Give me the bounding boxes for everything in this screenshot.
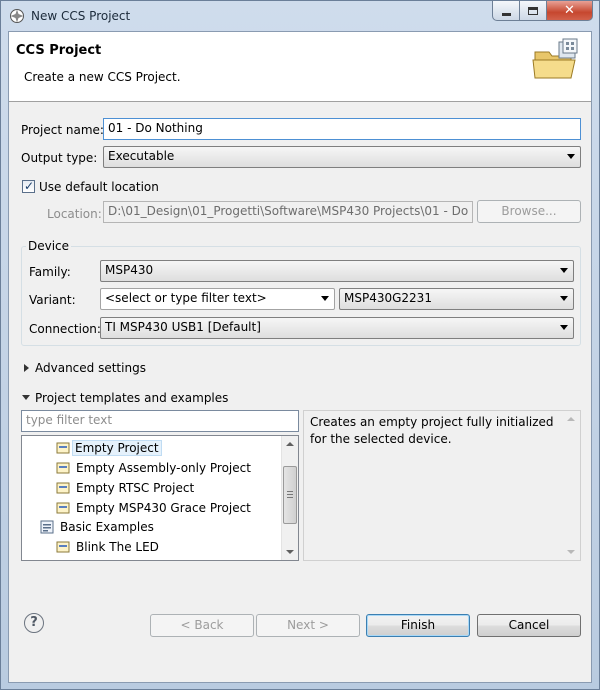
template-description-panel: Creates an empty project fully initializ… [303,410,581,561]
wizard-window: New CCS Project ✕ CCS Project Create a n… [0,0,600,690]
page-description: Create a new CCS Project. [24,70,181,84]
scroll-down-icon[interactable] [567,550,575,554]
next-button[interactable]: Next > [256,614,360,637]
help-icon[interactable]: ? [24,613,44,633]
scrollbar-thumb[interactable] [283,466,297,524]
tree-item-blink-the-led[interactable]: Blink The LED [56,537,163,556]
finish-button[interactable]: Finish [366,614,470,637]
page-title: CCS Project [16,43,102,58]
templates-toggle[interactable]: Project templates and examples [35,391,228,405]
tree-item-empty-rtsc-project[interactable]: Empty RTSC Project [56,478,198,497]
window-controls: ✕ [492,1,593,21]
connection-value: TI MSP430 USB1 [Default] [105,320,261,334]
title-bar[interactable]: New CCS Project ✕ [1,1,599,31]
project-name-label: Project name: [21,123,104,137]
tree-item-empty-project[interactable]: Empty Project [56,438,162,457]
window-title: New CCS Project [31,9,131,23]
project-template-icon [56,461,70,475]
template-filter-input[interactable]: type filter text [21,410,299,432]
advanced-settings-toggle[interactable]: Advanced settings [35,361,146,375]
use-default-location-checkbox[interactable]: ✓ [22,179,35,193]
project-template-icon [56,540,70,554]
chevron-down-icon [560,296,568,301]
device-group-title: Device [26,239,72,253]
family-dropdown[interactable]: MSP430 [100,260,574,282]
folder-wizard-icon [531,38,581,84]
description-scrollbar[interactable] [563,411,580,560]
templates-tree: Empty Project Empty Assembly-only Projec… [21,435,299,561]
templates-tree-scrollbar[interactable] [281,436,298,560]
family-label: Family: [29,265,71,279]
tree-item-label: Empty RTSC Project [76,480,195,495]
advanced-settings-expander-icon[interactable] [24,364,29,372]
scroll-down-icon[interactable] [286,550,294,554]
tree-item-basic-examples[interactable]: Basic Examples [40,517,158,536]
chevron-down-icon [560,325,568,330]
use-default-location-label: Use default location [39,180,159,194]
output-type-dropdown[interactable]: Executable [103,146,581,168]
output-type-value: Executable [108,149,175,163]
connection-dropdown[interactable]: TI MSP430 USB1 [Default] [100,317,574,339]
connection-label: Connection: [29,322,101,336]
checkmark-icon: ✓ [24,179,35,193]
close-button[interactable]: ✕ [547,1,593,21]
wizard-client-area: CCS Project Create a new CCS Project. Pr… [8,31,592,683]
maximize-button[interactable] [520,1,547,21]
template-description: Creates an empty project fully initializ… [310,415,554,446]
maximize-icon [528,6,538,15]
minimize-icon [501,13,511,16]
project-name-input[interactable]: 01 - Do Nothing [103,118,581,140]
tree-item-empty-grace-project[interactable]: Empty MSP430 Grace Project [56,498,255,517]
tree-item-label: Basic Examples [60,519,154,534]
project-template-icon [56,481,70,495]
templates-expander-icon[interactable] [22,395,30,400]
tree-item-label: Empty Assembly-only Project [76,460,251,475]
back-button[interactable]: < Back [150,614,254,637]
browse-button[interactable]: Browse... [477,200,581,223]
chevron-down-icon [567,154,575,159]
scroll-up-icon[interactable] [286,442,294,446]
project-template-icon [56,501,70,515]
chevron-down-icon [560,268,568,273]
output-type-label: Output type: [21,151,98,165]
variant-filter-value: <select or type filter text> [105,291,267,305]
tree-item-label: Empty MSP430 Grace Project [76,500,251,515]
location-label: Location: [47,207,102,221]
variant-filter-combo[interactable]: <select or type filter text> [100,288,335,310]
tree-item-label: Empty Project [72,439,162,456]
family-value: MSP430 [105,263,154,277]
examples-folder-icon [40,520,54,534]
close-icon: ✕ [564,3,575,18]
minimize-button[interactable] [492,1,520,21]
variant-dropdown[interactable]: MSP430G2231 [339,288,574,310]
variant-value: MSP430G2231 [344,291,432,305]
tree-item-label: Blink The LED [76,539,159,554]
tree-item-empty-assembly-project[interactable]: Empty Assembly-only Project [56,458,255,477]
location-input[interactable]: D:\01_Design\01_Progetti\Software\MSP430… [103,201,473,223]
cancel-button[interactable]: Cancel [477,614,581,637]
variant-label: Variant: [29,293,76,307]
scroll-up-icon[interactable] [567,417,575,421]
chevron-down-icon [321,296,329,301]
project-template-icon [56,441,70,455]
eclipse-icon [9,8,25,24]
wizard-banner: CCS Project Create a new CCS Project. [9,32,591,102]
